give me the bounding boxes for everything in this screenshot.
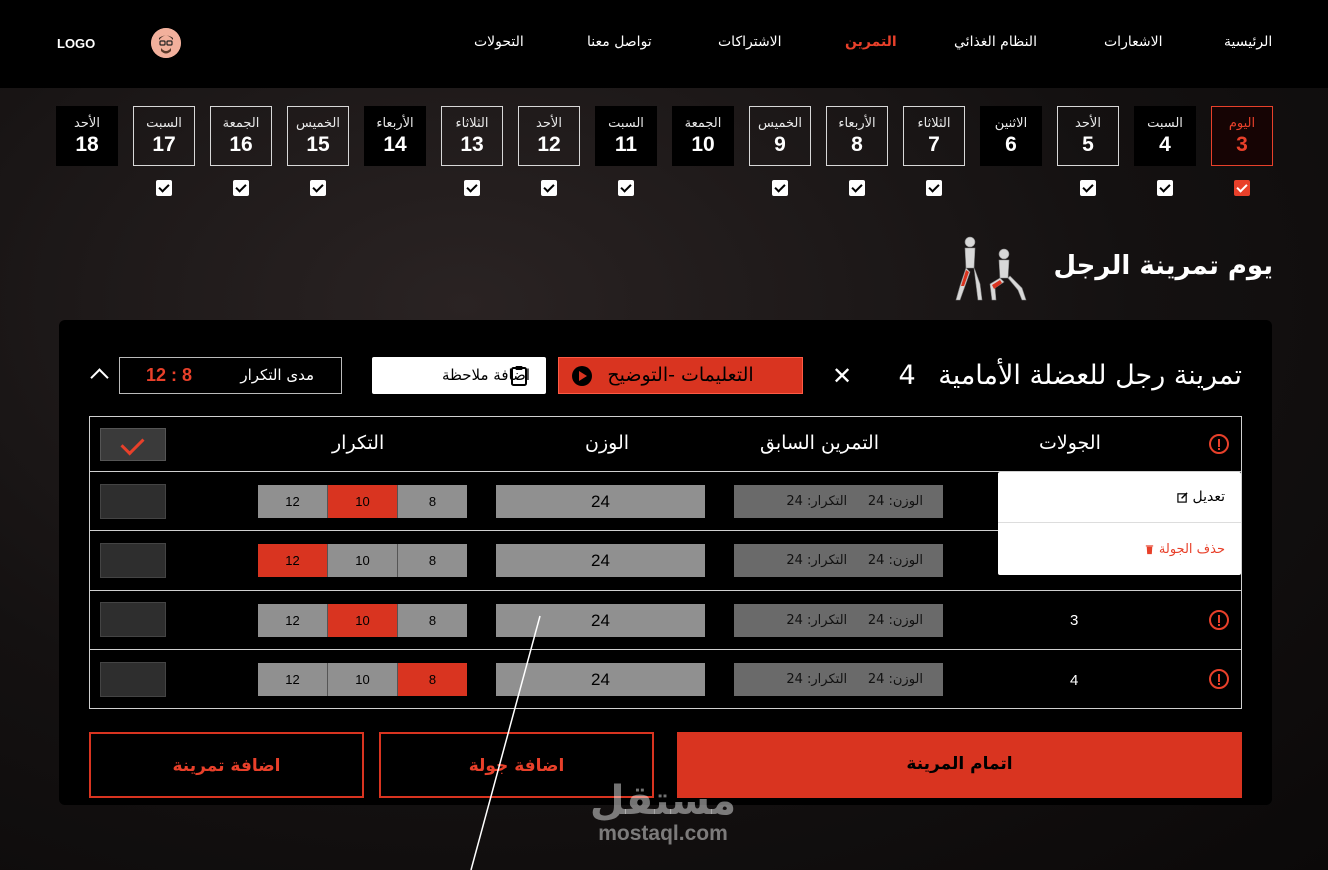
watermark: مستقل mostaql.com: [583, 780, 743, 846]
watermark-arabic: مستقل: [589, 778, 737, 824]
annotation-pointer-line: [470, 615, 541, 870]
watermark-url: mostaql.com: [598, 822, 728, 845]
